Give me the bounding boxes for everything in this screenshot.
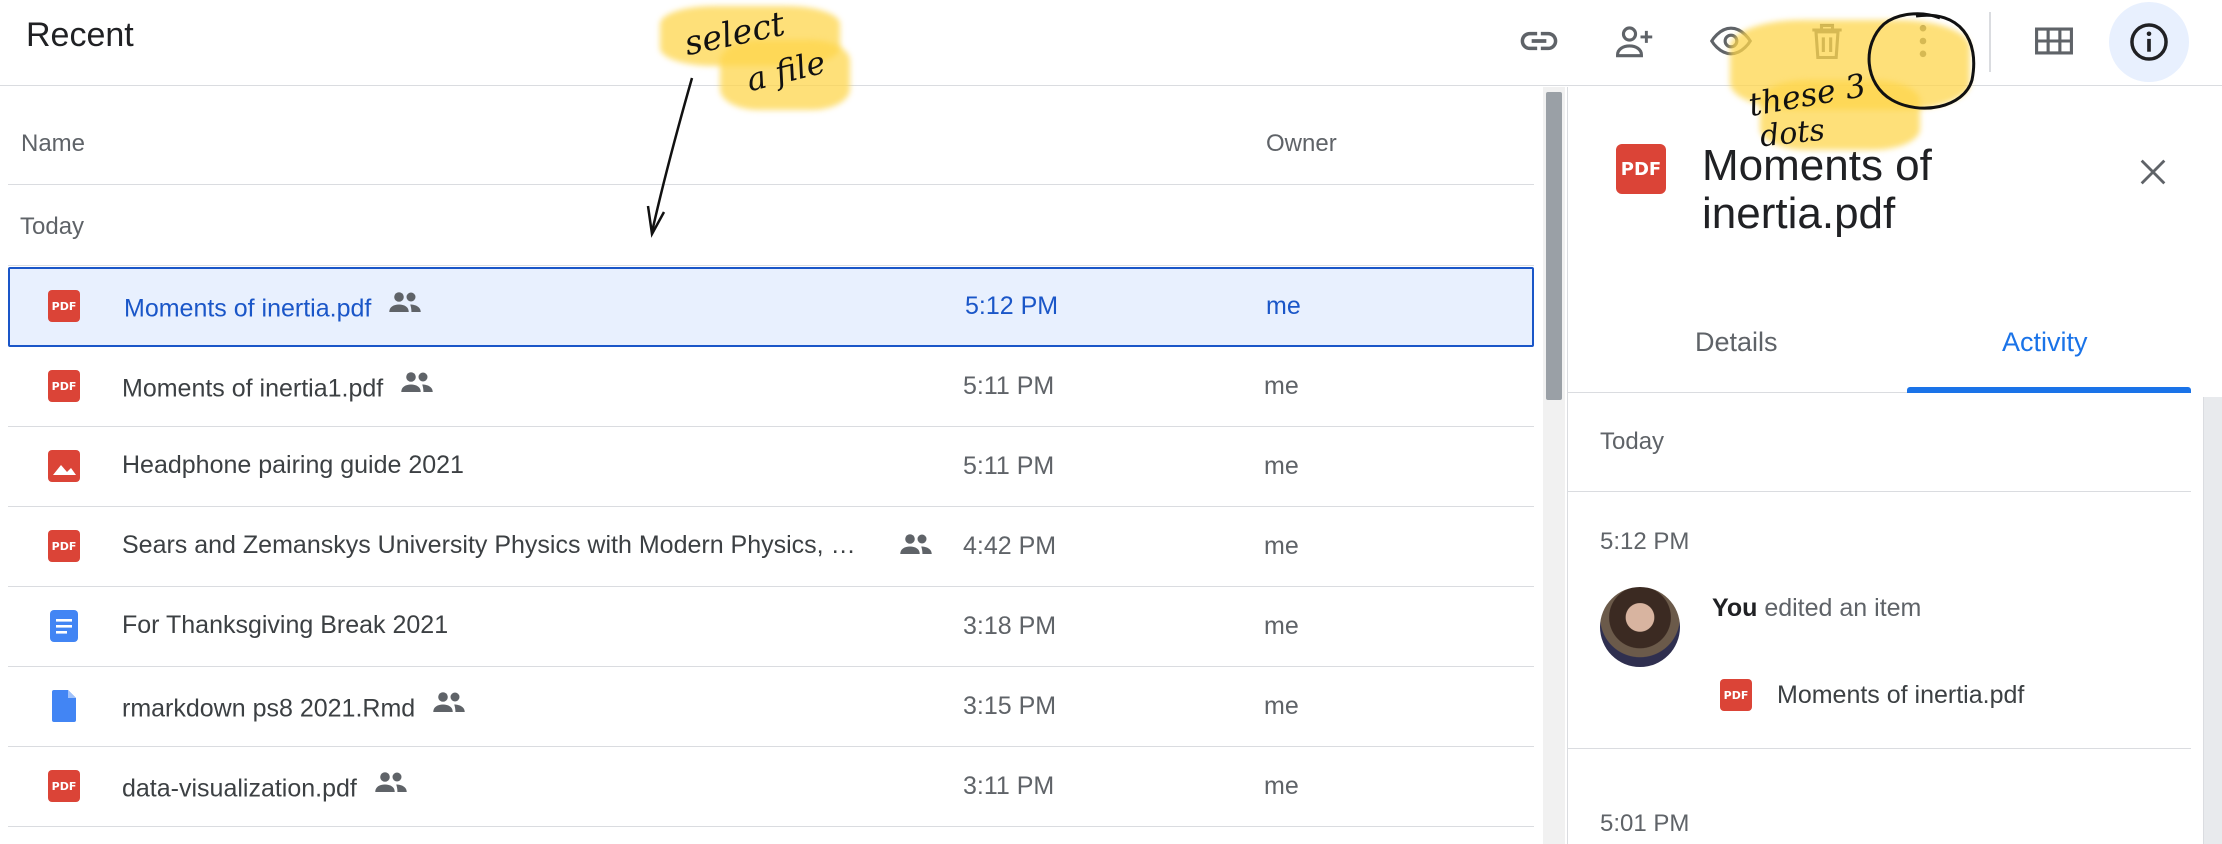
shared-icon [373, 771, 409, 793]
file-name: Moments of inertia1.pdf [122, 371, 435, 404]
list-scrollbar-thumb[interactable] [1546, 92, 1562, 400]
pdf-icon: PDF [48, 530, 80, 562]
file-modified-time: 3:15 PM [963, 692, 1057, 720]
file-modified-time: 3:11 PM [963, 772, 1055, 800]
activity-actor: You [1712, 594, 1758, 622]
file-owner: me [1264, 612, 1299, 640]
column-header-name[interactable]: Name [21, 130, 85, 158]
file-name: Sears and Zemanskys University Physics w… [122, 531, 856, 559]
pdf-icon: PDF [48, 770, 80, 802]
activity-time: 5:12 PM [1600, 528, 1690, 555]
file-owner: me [1264, 372, 1299, 400]
activity-file-link[interactable]: Moments of inertia.pdf [1777, 681, 2024, 710]
file-modified-time: 4:42 PM [963, 532, 1057, 560]
shared-icon [431, 691, 467, 713]
file-owner: me [1264, 532, 1299, 560]
table-row[interactable]: PDF Sears and Zemanskys University Physic… [8, 507, 1534, 587]
file-name: data-visualization.pdf [122, 771, 409, 804]
activity-time: 5:01 PM [1600, 810, 1690, 837]
active-tab-indicator [1907, 387, 2191, 393]
file-rows: PDF Moments of inertia.pdf 5:12 PM me PDF Mom… [8, 267, 1534, 827]
info-icon[interactable] [2109, 2, 2189, 82]
activity-description: You edited an item [1712, 594, 1921, 623]
pdf-icon: PDF [48, 370, 80, 402]
divider [1568, 748, 2191, 749]
file-name: For Thanksgiving Break 2021 [122, 611, 449, 639]
panel-scrollbar[interactable] [2203, 397, 2222, 844]
image-icon [48, 450, 80, 482]
table-row[interactable]: rmarkdown ps8 2021.Rmd 3:15 PM me [8, 667, 1534, 747]
section-label: Today [20, 213, 85, 240]
shared-icon [898, 533, 934, 555]
table-row[interactable]: PDF data-visualization.pdf 3:11 PM me [8, 747, 1534, 827]
table-row[interactable]: PDF Moments of inertia.pdf 5:12 PM me [8, 267, 1534, 347]
section-header: Today [8, 186, 1534, 266]
file-list: Name Owner Today PDF Moments of inertia.p… [8, 87, 1534, 844]
file-modified-time: 3:18 PM [963, 612, 1057, 640]
shared-icon [399, 371, 435, 393]
file-owner: me [1264, 452, 1299, 480]
file-modified-time: 5:11 PM [963, 372, 1055, 400]
panel-file-name: Moments of inertia.pdf [1702, 141, 1932, 238]
close-icon[interactable] [2128, 147, 2178, 197]
tab-details[interactable]: Details [1695, 327, 1778, 358]
table-row[interactable]: Headphone pairing guide 2021 5:11 PM me [8, 427, 1534, 507]
file-name: Headphone pairing guide 2021 [122, 451, 464, 479]
google-doc-icon [48, 610, 80, 642]
file-modified-time: 5:12 PM [965, 292, 1059, 320]
table-row[interactable]: For Thanksgiving Break 2021 3:18 PM me [8, 587, 1534, 667]
file-icon [48, 690, 80, 722]
shared-icon [387, 291, 423, 313]
get-link-icon[interactable] [1508, 10, 1570, 72]
activity-action: edited an item [1757, 594, 1922, 622]
toolbar-divider [1989, 12, 1991, 72]
divider [1568, 491, 2191, 492]
pdf-icon: PDF [1616, 144, 1666, 194]
file-modified-time: 5:11 PM [963, 452, 1055, 480]
share-icon[interactable] [1604, 10, 1666, 72]
file-owner: me [1266, 292, 1301, 320]
file-name: Moments of inertia.pdf [124, 291, 423, 324]
file-owner: me [1264, 692, 1299, 720]
pdf-icon: PDF [1720, 679, 1752, 711]
column-header-owner[interactable]: Owner [1266, 130, 1337, 158]
details-panel: PDF Moments of inertia.pdf Details Activ… [1567, 87, 2222, 844]
file-owner: me [1264, 772, 1299, 800]
file-name: rmarkdown ps8 2021.Rmd [122, 691, 467, 724]
annotation-dots-line2: dots [1758, 112, 1827, 155]
table-row[interactable]: PDF Moments of inertia1.pdf 5:11 PM me [8, 347, 1534, 427]
grid-view-icon[interactable] [2023, 10, 2085, 72]
avatar [1600, 587, 1680, 667]
activity-section-label: Today [1600, 428, 1665, 455]
page-title: Recent [26, 16, 134, 54]
pdf-icon: PDF [48, 290, 80, 322]
tab-activity[interactable]: Activity [2002, 327, 2088, 358]
